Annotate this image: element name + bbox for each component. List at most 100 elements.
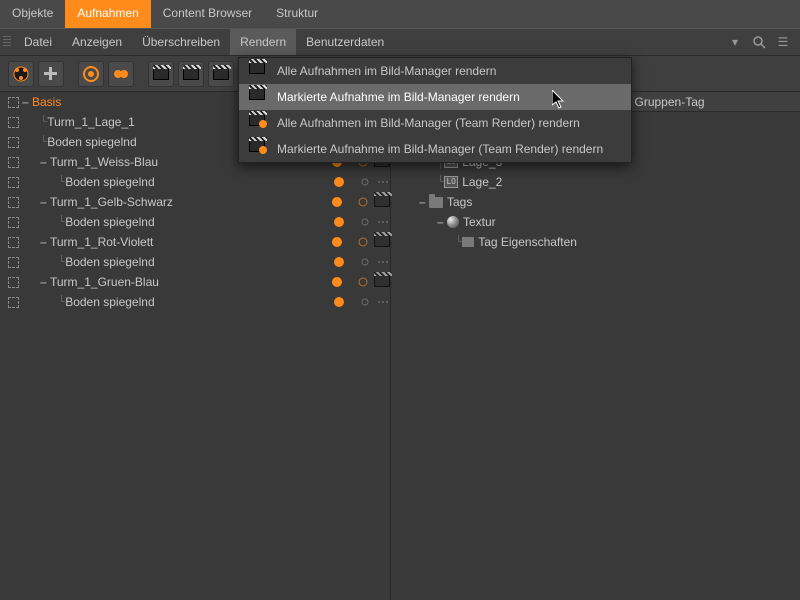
take-label: Turm_1_Weiss-Blau [50,155,158,169]
take-turm-gs[interactable]: – Turm_1_Gelb-Schwarz [0,192,390,212]
dots-icon [376,295,390,309]
take-boden-5[interactable]: └ Boden spiegelnd [0,292,390,312]
status-dot-active [334,177,344,187]
collapse-icon[interactable]: – [40,195,50,209]
tab-content-browser[interactable]: Content Browser [151,0,264,28]
panel-grip-icon[interactable] [0,28,14,56]
override-tageig[interactable]: └ Tag Eigenschaften [391,232,800,252]
selection-icon [6,235,20,249]
take-label: Turm_1_Gruen-Blau [50,275,159,289]
rendern-dropdown: Alle Aufnahmen im Bild-Manager rendern M… [238,57,632,163]
take-boden-2[interactable]: └ Boden spiegelnd [0,172,390,192]
folder-label: Tags [447,195,472,209]
collapse-icon[interactable]: – [22,95,32,109]
menu-rendern[interactable]: Rendern [230,29,296,55]
menu-anzeigen[interactable]: Anzeigen [62,29,132,55]
override-tags-folder[interactable]: – Tags [391,192,800,212]
material-sphere-icon [447,216,459,228]
override-label: Lage_2 [462,175,502,189]
take-label: Turm_1_Gelb-Schwarz [50,195,173,209]
collapse-icon[interactable]: – [40,275,50,289]
clapper-icon [374,235,390,247]
dots-icon [376,215,390,229]
gear-icon [358,255,372,269]
col-gruppen[interactable]: Gruppen-Tag [624,92,800,111]
override-textur[interactable]: – Textur Boden [391,212,800,232]
collapse-icon[interactable]: – [419,195,429,209]
menu-icon[interactable]: ☰ [774,33,792,51]
clapper-network-icon [249,114,267,132]
gear-icon [358,215,372,229]
clapper-icon [249,62,267,80]
folder-icon [429,197,443,208]
tab-struktur[interactable]: Struktur [264,0,330,28]
menu-datei[interactable]: Datei [14,29,62,55]
gear-icon [356,275,370,289]
collapse-icon[interactable]: – [40,235,50,249]
selection-icon [6,215,20,229]
take-label: Boden spiegelnd [47,135,136,149]
selection-icon [6,195,20,209]
gear-icon [358,295,372,309]
take-label: Boden spiegelnd [65,215,154,229]
selection-icon [6,135,20,149]
layer-icon: L0 [444,176,458,188]
gear-icon [356,195,370,209]
take-label: Boden spiegelnd [65,255,154,269]
filter-icon[interactable]: ▾ [726,33,744,51]
status-dot-active [332,277,342,287]
clapper-1-button[interactable] [148,61,174,87]
take-label: Boden spiegelnd [65,295,154,309]
gear-icon [356,235,370,249]
take-label: Turm_1_Rot-Violett [50,235,153,249]
take-label: Basis [32,95,61,109]
take-boden-4[interactable]: └ Boden spiegelnd [0,252,390,272]
record-button[interactable] [78,61,104,87]
status-dot-active [332,197,342,207]
render-all-takes[interactable]: Alle Aufnahmen im Bild-Manager rendern [239,58,631,84]
status-dot-active [332,237,342,247]
selection-icon [6,155,20,169]
search-icon[interactable] [750,33,768,51]
render-marked-take[interactable]: Markierte Aufnahme im Bild-Manager rende… [239,84,631,110]
render-all-team-label: Alle Aufnahmen im Bild-Manager (Team Ren… [277,116,580,130]
clapper-icon [249,88,267,106]
menu-benutzerdaten[interactable]: Benutzerdaten [296,29,394,55]
take-boden-3[interactable]: └ Boden spiegelnd [0,212,390,232]
gear-icon [358,175,372,189]
status-dot-active [334,297,344,307]
render-all-label: Alle Aufnahmen im Bild-Manager rendern [277,64,496,78]
clapper-3-button[interactable] [208,61,234,87]
render-marked-team-label: Markierte Aufnahme im Bild-Manager (Team… [277,142,603,156]
dots-icon [376,255,390,269]
take-new-button[interactable] [8,61,34,87]
tab-aufnahmen[interactable]: Aufnahmen [65,0,150,28]
clapper-icon [374,195,390,207]
override-lage2[interactable]: └ L0 Lage_2 Turm_1 [391,172,800,192]
cursor-icon [552,90,568,110]
status-dot-active [334,257,344,267]
collapse-icon[interactable]: – [437,215,447,229]
selection-icon [6,275,20,289]
link-button[interactable] [108,61,134,87]
tag-icon [462,237,474,247]
selection-icon [6,115,20,129]
take-turm-rv[interactable]: – Turm_1_Rot-Violett [0,232,390,252]
menu-ueberschreiben[interactable]: Überschreiben [132,29,230,55]
clapper-2-button[interactable] [178,61,204,87]
take-label: Turm_1_Lage_1 [47,115,135,129]
take-label: Boden spiegelnd [65,175,154,189]
override-label: Tag Eigenschaften [478,235,577,249]
selection-icon [6,295,20,309]
override-label: Textur [463,215,496,229]
render-all-team[interactable]: Alle Aufnahmen im Bild-Manager (Team Ren… [239,110,631,136]
collapse-icon[interactable]: – [40,155,50,169]
clapper-network-icon [249,140,267,158]
render-marked-label: Markierte Aufnahme im Bild-Manager rende… [277,90,520,104]
tab-objekte[interactable]: Objekte [0,0,65,28]
take-add-button[interactable] [38,61,64,87]
dots-icon [376,175,390,189]
selection-icon [6,175,20,189]
render-marked-team[interactable]: Markierte Aufnahme im Bild-Manager (Team… [239,136,631,162]
take-turm-gb[interactable]: – Turm_1_Gruen-Blau [0,272,390,292]
